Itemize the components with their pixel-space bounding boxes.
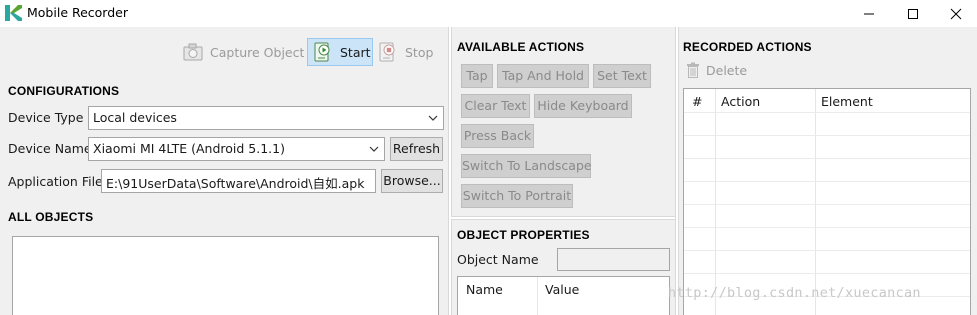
all-objects-title: ALL OBJECTS: [8, 210, 94, 224]
splitter-right[interactable]: [675, 27, 679, 315]
application-file-label: Application File: [8, 174, 103, 189]
press-back-button[interactable]: Press Back: [461, 124, 534, 148]
column-header-number[interactable]: #: [684, 89, 702, 113]
object-name-label: Object Name: [457, 252, 539, 267]
device-name-label: Device Name: [8, 141, 92, 156]
tap-and-hold-button[interactable]: Tap And Hold: [497, 64, 589, 88]
configurations-title: CONFIGURATIONS: [8, 84, 120, 98]
row-divider: [684, 273, 970, 274]
row-divider: [684, 227, 970, 228]
start-label: Start: [340, 44, 371, 60]
stop-button[interactable]: Stop: [377, 38, 433, 66]
record-play-icon: [314, 42, 330, 62]
minimize-icon: [864, 13, 874, 15]
switch-to-landscape-button[interactable]: Switch To Landscape: [461, 154, 592, 178]
row-divider: [684, 112, 970, 113]
delete-label: Delete: [706, 62, 748, 78]
chevron-down-icon: [369, 146, 379, 152]
splitter-left[interactable]: [448, 27, 452, 315]
device-type-label: Device Type: [8, 110, 84, 125]
column-header-action[interactable]: Action: [713, 89, 760, 113]
application-file-input[interactable]: E:\91UserData\Software\Android\自如.apk: [101, 169, 376, 193]
row-divider: [684, 204, 970, 205]
hide-keyboard-button[interactable]: Hide Keyboard: [534, 94, 632, 118]
capture-object-button[interactable]: Capture Object: [182, 38, 304, 66]
object-name-input[interactable]: [557, 248, 670, 271]
title-bar: Mobile Recorder: [0, 0, 977, 27]
row-divider: [684, 181, 970, 182]
app-logo-icon: [5, 5, 22, 21]
start-button[interactable]: Start: [307, 38, 373, 66]
device-name-select[interactable]: Xiaomi MI 4LTE (Android 5.1.1): [88, 137, 385, 161]
clear-text-button[interactable]: Clear Text: [461, 94, 530, 118]
column-header-value[interactable]: Value: [537, 277, 579, 301]
close-icon: [950, 8, 962, 20]
column-divider: [815, 89, 816, 315]
minimize-button[interactable]: [846, 0, 892, 27]
object-properties-table[interactable]: Name Value: [457, 276, 670, 315]
browse-button[interactable]: Browse...: [381, 169, 443, 193]
record-stop-icon: [379, 42, 395, 62]
column-header-name[interactable]: Name: [458, 277, 503, 301]
row-divider: [684, 158, 970, 159]
row-divider: [684, 135, 970, 136]
column-divider: [715, 89, 716, 315]
capture-object-label: Capture Object: [210, 44, 305, 60]
available-actions-title: AVAILABLE ACTIONS: [457, 40, 585, 54]
device-type-value: Local devices: [93, 110, 177, 125]
chevron-down-icon: [428, 115, 438, 121]
tap-button[interactable]: Tap: [461, 64, 493, 88]
all-objects-tree[interactable]: [12, 236, 439, 315]
maximize-button[interactable]: [890, 0, 936, 27]
maximize-icon: [908, 9, 918, 19]
object-properties-title: OBJECT PROPERTIES: [457, 228, 590, 242]
switch-to-portrait-button[interactable]: Switch To Portrait: [461, 184, 573, 208]
watermark-text: http://blog.csdn.net/xuecancan: [668, 285, 921, 301]
row-divider: [684, 250, 970, 251]
set-text-button[interactable]: Set Text: [593, 64, 651, 88]
refresh-button[interactable]: Refresh: [390, 137, 443, 161]
stop-label: Stop: [405, 44, 434, 60]
device-type-select[interactable]: Local devices: [88, 106, 444, 130]
trash-icon: [687, 62, 699, 78]
recorded-actions-table[interactable]: # Action Element: [683, 88, 971, 315]
recorded-actions-title: RECORDED ACTIONS: [683, 40, 812, 54]
column-header-element[interactable]: Element: [813, 89, 873, 113]
delete-button[interactable]: Delete: [686, 62, 747, 78]
camera-icon: [183, 43, 203, 61]
splitter-middle[interactable]: [451, 216, 676, 220]
window-title: Mobile Recorder: [27, 5, 128, 20]
close-button[interactable]: [933, 0, 977, 27]
device-name-value: Xiaomi MI 4LTE (Android 5.1.1): [93, 141, 285, 156]
